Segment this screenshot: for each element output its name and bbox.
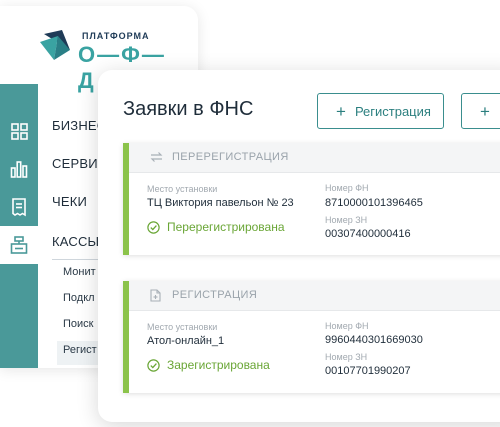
sync-arrows-icon (150, 152, 163, 162)
receipt-icon (12, 197, 26, 216)
zn-label: Номер ЗН (325, 215, 368, 225)
plus-icon: + (480, 101, 490, 121)
cash-register-icon (10, 236, 28, 254)
zn-value: 00307400000416 (325, 228, 411, 240)
status-text: Зарегистрирована (167, 358, 270, 372)
rail-item-service[interactable] (0, 150, 38, 188)
status-text: Перерегистрирована (167, 220, 285, 234)
request-card[interactable]: РЕГИСТРАЦИЯ Место установки Атол-онлайн_… (123, 281, 500, 393)
request-card-header: ПЕРЕРЕГИСТРАЦИЯ (129, 143, 500, 173)
check-circle-icon (147, 358, 160, 372)
document-icon (150, 289, 161, 302)
fn-value: 9960440301669030 (325, 334, 423, 346)
fn-value: 8710000101396465 (325, 197, 423, 209)
nav-item-receipts[interactable]: ЧЕКИ (52, 194, 87, 209)
logo-text-top: ПЛАТФОРМА (82, 31, 150, 41)
ofd-logo: ПЛАТФОРМА О—Ф—Д (40, 28, 180, 93)
location-label: Место установки (147, 184, 218, 194)
request-card[interactable]: ПЕРЕРЕГИСТРАЦИЯ Место установки ТЦ Викто… (123, 143, 500, 255)
zn-value: 00107701990207 (325, 365, 411, 377)
second-action-button[interactable]: + П (461, 93, 500, 129)
subnav-item-monitoring[interactable]: Монит (63, 266, 96, 278)
request-type: РЕГИСТРАЦИЯ (172, 289, 258, 301)
logo-mark-icon (40, 30, 70, 60)
registration-button-label: Регистрация (354, 103, 431, 119)
page-title: Заявки в ФНС (123, 98, 254, 120)
rail-item-registers[interactable] (0, 226, 38, 264)
bar-chart-icon (10, 161, 28, 178)
zn-label: Номер ЗН (325, 352, 368, 362)
icon-rail (0, 84, 38, 368)
request-type: ПЕРЕРЕГИСТРАЦИЯ (172, 151, 289, 163)
status-badge: Зарегистрирована (147, 358, 270, 372)
location-label: Место установки (147, 322, 218, 332)
location-value: Атол-онлайн_1 (147, 335, 225, 347)
location-value: ТЦ Виктория павельон № 23 (147, 197, 294, 209)
rail-item-receipts[interactable] (0, 188, 38, 226)
subnav-item-search[interactable]: Поиск (63, 318, 93, 330)
subnav-item-connect[interactable]: Подкл (63, 292, 95, 304)
rail-item-business[interactable] (0, 112, 38, 150)
subnav-item-registration[interactable]: Регист (63, 344, 97, 356)
registration-button[interactable]: + Регистрация (317, 93, 444, 129)
request-card-header: РЕГИСТРАЦИЯ (129, 281, 500, 311)
nav-item-registers[interactable]: КАССЫ (52, 234, 99, 249)
status-badge: Перерегистрирована (147, 220, 285, 234)
grid-icon (10, 122, 28, 140)
fn-label: Номер ФН (325, 321, 369, 331)
fns-requests-panel: Заявки в ФНС + Регистрация + П ПЕРЕРЕГИС… (98, 70, 500, 422)
check-circle-icon (147, 220, 160, 234)
fn-label: Номер ФН (325, 183, 369, 193)
plus-icon: + (336, 101, 346, 121)
